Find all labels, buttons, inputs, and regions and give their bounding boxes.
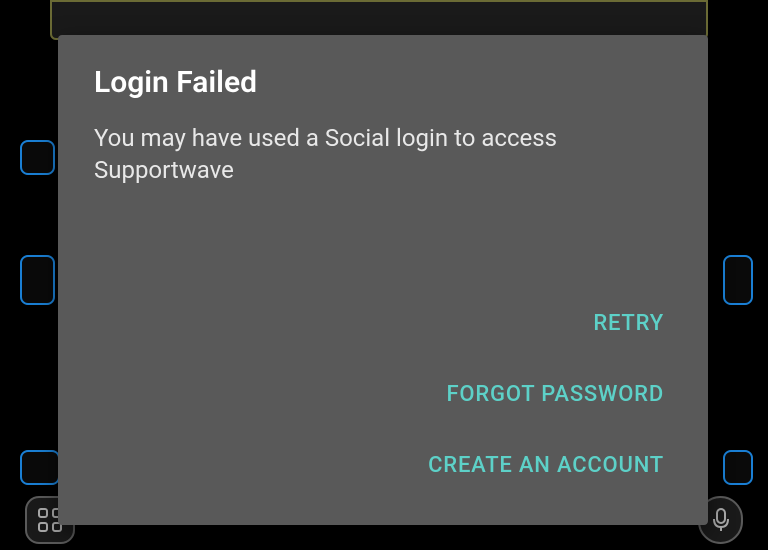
modal-title: Login Failed [94,65,672,100]
modal-actions: RETRY FORGOT PASSWORD CREATE AN ACCOUNT [94,311,672,500]
background-element [20,450,60,485]
create-account-button[interactable]: CREATE AN ACCOUNT [428,453,664,478]
background-element [20,140,55,175]
background-input-hint [50,0,708,40]
background-element [723,450,753,485]
forgot-password-button[interactable]: FORGOT PASSWORD [447,382,664,407]
background-element [20,255,55,305]
retry-button[interactable]: RETRY [593,311,664,336]
login-failed-modal: Login Failed You may have used a Social … [58,35,708,525]
modal-body-text: You may have used a Social login to acce… [94,122,672,187]
background-element [723,255,753,305]
